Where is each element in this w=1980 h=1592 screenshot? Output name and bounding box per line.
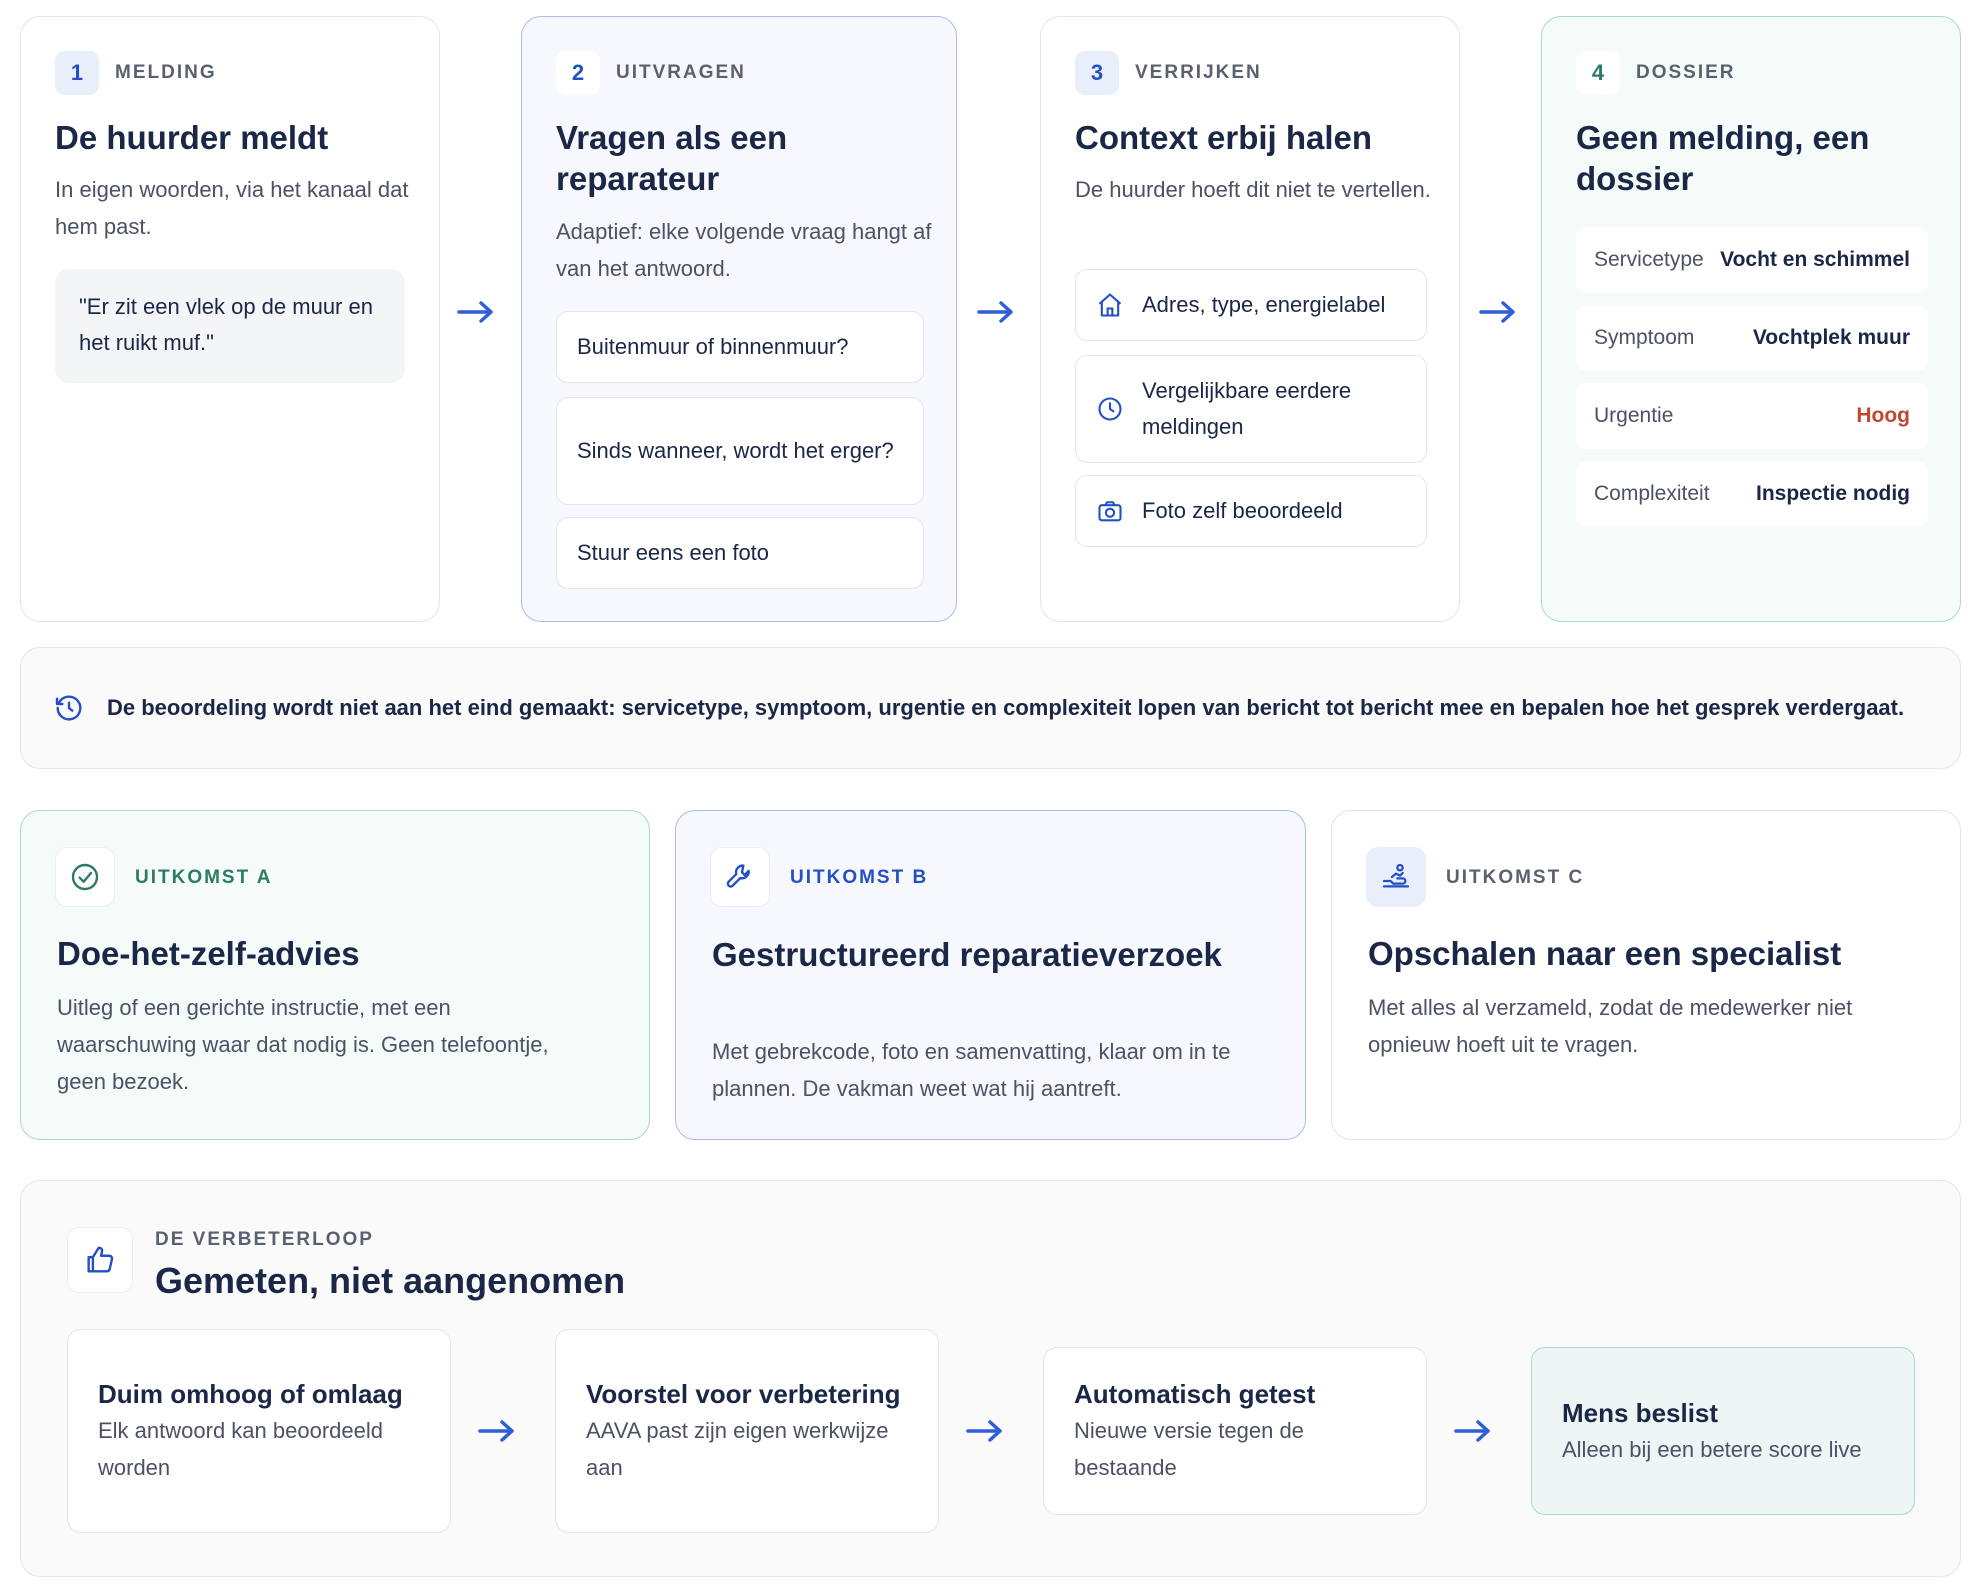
outcome-description: Met alles al verzameld, zodat de medewer… — [1368, 995, 1853, 1057]
outcome-label: UITKOMST A — [135, 867, 273, 888]
outcome-icon-box — [710, 847, 770, 907]
question-item: Stuur eens een foto — [556, 517, 924, 589]
outcome-icon-box — [55, 847, 115, 907]
loop-step-feedback: Duim omhoog of omlaag Elk antwoord kan b… — [67, 1329, 451, 1533]
dossier-row-urgentie: Urgentie Hoog — [1576, 383, 1928, 449]
dossier-key: Urgentie — [1594, 404, 1674, 427]
outcome-label: UITKOMST C — [1446, 867, 1585, 888]
context-item-text: Vergelijkbare eerdere meldingen — [1142, 378, 1352, 439]
dossier-key: Symptoom — [1594, 326, 1695, 349]
loop-step-description: Elk antwoord kan beoordeeld worden — [98, 1418, 383, 1480]
dossier-value: Vocht en schimmel — [1720, 248, 1910, 271]
wrench-icon — [726, 864, 750, 888]
step-number: 2 — [556, 51, 600, 95]
step-title: Vragen als een reparateur — [556, 119, 788, 197]
outcome-icon-box — [1366, 847, 1426, 907]
outcome-label: UITKOMST B — [790, 867, 929, 888]
step-description: De huurder hoeft dit niet te vertellen. — [1075, 177, 1431, 202]
tenant-quote: "Er zit een vlek op de muur en het ruikt… — [55, 269, 405, 383]
step-label: UITVRAGEN — [616, 62, 746, 83]
outcome-card-b: UITKOMST B Gestructureerd reparatieverzo… — [675, 810, 1306, 1140]
dossier-row-servicetype: Servicetype Vocht en schimmel — [1576, 227, 1928, 293]
step-label: VERRIJKEN — [1135, 62, 1262, 83]
house-icon — [1098, 293, 1122, 317]
history-icon — [55, 695, 82, 721]
dossier-value: Vochtplek muur — [1752, 326, 1910, 349]
context-item-text: Adres, type, energielabel — [1142, 292, 1386, 317]
loop-step-title: Duim omhoog of omlaag — [98, 1379, 403, 1409]
step-number: 1 — [55, 51, 99, 95]
outcome-title: Opschalen naar een specialist — [1368, 935, 1842, 972]
step-description: In eigen woorden, via het kanaal dat hem… — [55, 177, 409, 239]
loop-icon-box — [67, 1227, 133, 1293]
dossier-value-urgent: Hoog — [1856, 404, 1910, 427]
clock-icon — [1098, 397, 1122, 421]
step-label: DOSSIER — [1636, 62, 1736, 83]
outcome-title: Doe-het-zelf-advies — [57, 935, 360, 972]
context-item-address: Adres, type, energielabel — [1075, 269, 1427, 341]
outcome-card-a: UITKOMST A Doe-het-zelf-advies Uitleg of… — [20, 810, 650, 1140]
loop-label: DE VERBETERLOOP — [155, 1229, 374, 1250]
step-description: Adaptief: elke volgende vraag hangt af v… — [556, 219, 932, 281]
dossier-row-complexiteit: Complexiteit Inspectie nodig — [1576, 461, 1928, 527]
outcome-card-c: UITKOMST C Opschalen naar een specialist… — [1331, 810, 1961, 1140]
loop-title: Gemeten, niet aangenomen — [155, 1260, 626, 1301]
thumbs-up-icon — [87, 1246, 114, 1273]
outcome-title: Gestructureerd reparatieverzoek — [712, 936, 1222, 973]
camera-icon — [1098, 501, 1122, 522]
loop-step-title: Mens beslist — [1562, 1397, 1719, 1428]
loop-step-description: AAVA past zijn eigen werkwijze aan — [586, 1418, 889, 1480]
loop-step-human-decides: Mens beslist Alleen bij een betere score… — [1531, 1347, 1915, 1515]
context-item-photo: Foto zelf beoordeeld — [1075, 475, 1427, 547]
loop-step-title: Voorstel voor verbetering — [586, 1379, 901, 1409]
dossier-value: Inspectie nodig — [1755, 482, 1910, 505]
improvement-loop-panel: DE VERBETERLOOP Gemeten, niet aangenomen… — [20, 1180, 1961, 1577]
loop-arrow-2 — [965, 1419, 1005, 1448]
loop-arrow-3 — [1453, 1419, 1493, 1448]
step-title: Geen melding, een dossier — [1576, 119, 1870, 197]
note-text: De beoordeling wordt niet aan het eind g… — [107, 695, 1905, 720]
dossier-key: Servicetype — [1594, 248, 1704, 271]
loop-arrow-1 — [477, 1419, 517, 1448]
step-card-uitvragen: 2 UITVRAGEN Vragen als een reparateur Ad… — [521, 16, 957, 622]
context-item-history: Vergelijkbare eerdere meldingen — [1075, 355, 1427, 463]
flow-arrow-2 — [976, 300, 1016, 329]
step-number: 4 — [1576, 51, 1620, 95]
step-card-melding: 1 MELDING De huurder meldt In eigen woor… — [20, 16, 440, 622]
loop-step-description: Alleen bij een betere score live — [1562, 1436, 1862, 1462]
step-label: MELDING — [115, 62, 217, 83]
flow-arrow-1 — [456, 300, 496, 329]
step-number: 3 — [1075, 51, 1119, 95]
step-title: De huurder meldt — [55, 119, 329, 156]
step-card-verrijken: 3 VERRIJKEN Context erbij halen De huurd… — [1040, 16, 1460, 622]
context-item-text: Foto zelf beoordeeld — [1142, 498, 1343, 523]
assessment-note: De beoordeling wordt niet aan het eind g… — [20, 647, 1961, 769]
outcome-description: Met gebrekcode, foto en samenvatting, kl… — [712, 1039, 1231, 1101]
dossier-key: Complexiteit — [1594, 482, 1710, 505]
loop-step-description: Nieuwe versie tegen de bestaande — [1074, 1418, 1304, 1480]
loop-step-title: Automatisch getest — [1074, 1379, 1316, 1409]
escalate-icon — [1382, 863, 1410, 888]
question-item: Buitenmuur of binnenmuur? — [556, 311, 924, 383]
check-circle-icon — [71, 863, 99, 891]
step-card-dossier: 4 DOSSIER Geen melding, een dossier Serv… — [1541, 16, 1961, 622]
question-item: Sinds wanneer, wordt het erger? — [556, 397, 924, 505]
flow-arrow-3 — [1478, 300, 1518, 329]
loop-step-proposal: Voorstel voor verbetering AAVA past zijn… — [555, 1329, 939, 1533]
outcome-description: Uitleg of een gerichte instructie, met e… — [57, 995, 549, 1094]
loop-step-test: Automatisch getest Nieuwe versie tegen d… — [1043, 1347, 1427, 1515]
dossier-row-symptoom: Symptoom Vochtplek muur — [1576, 305, 1928, 371]
step-title: Context erbij halen — [1075, 119, 1373, 156]
